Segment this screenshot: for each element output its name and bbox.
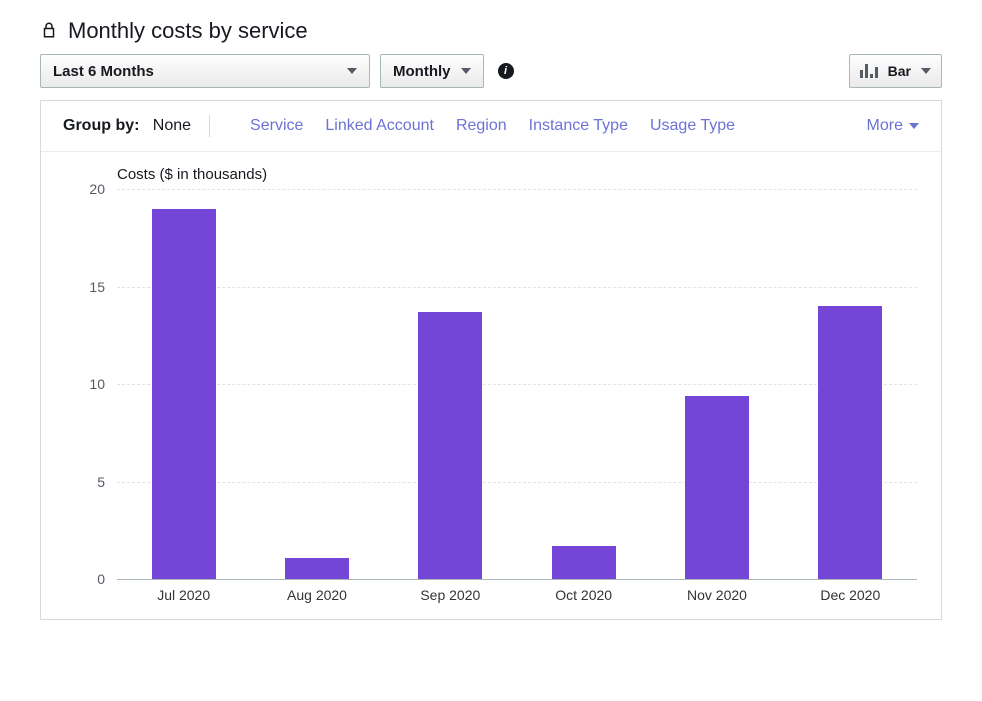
group-by-more[interactable]: More [867, 117, 919, 135]
y-tick: 15 [89, 279, 105, 295]
chart-panel: Group by: None Service Linked Account Re… [40, 100, 942, 620]
lock-icon [40, 20, 58, 43]
chart-plot: 05101520 Jul 2020Aug 2020Sep 2020Oct 202… [65, 189, 917, 609]
group-by-option-linked-account[interactable]: Linked Account [325, 117, 434, 135]
page-title: Monthly costs by service [68, 18, 308, 44]
date-range-value: Last 6 Months [53, 63, 154, 80]
y-tick: 20 [89, 181, 105, 197]
x-tick: Aug 2020 [250, 579, 383, 609]
bar-slot [117, 189, 250, 579]
bar-slot [517, 189, 650, 579]
bar-slot [784, 189, 917, 579]
group-by-option-usage-type[interactable]: Usage Type [650, 117, 735, 135]
group-by-more-label: More [867, 117, 903, 135]
group-by-label: Group by: [63, 117, 139, 134]
group-by-option-instance-type[interactable]: Instance Type [529, 117, 628, 135]
x-tick: Sep 2020 [384, 579, 517, 609]
group-by-option-service[interactable]: Service [250, 117, 303, 135]
date-range-select[interactable]: Last 6 Months [40, 54, 370, 88]
granularity-value: Monthly [393, 63, 451, 80]
group-by-option-region[interactable]: Region [456, 117, 507, 135]
x-axis: Jul 2020Aug 2020Sep 2020Oct 2020Nov 2020… [117, 579, 917, 609]
bar-slot [250, 189, 383, 579]
info-icon[interactable]: i [498, 63, 514, 79]
x-tick: Dec 2020 [784, 579, 917, 609]
controls-row: Last 6 Months Monthly i Bar [40, 54, 942, 88]
chart-type-value: Bar [888, 63, 911, 79]
y-tick: 5 [97, 474, 105, 490]
y-axis: 05101520 [65, 189, 117, 579]
chart-type-select[interactable]: Bar [849, 54, 942, 88]
divider [209, 115, 210, 137]
x-tick: Jul 2020 [117, 579, 250, 609]
bar-slot [384, 189, 517, 579]
bar[interactable] [552, 546, 616, 579]
bar[interactable] [418, 312, 482, 579]
bars-container [117, 189, 917, 579]
chevron-down-icon [347, 68, 357, 74]
chevron-down-icon [921, 68, 931, 74]
bar[interactable] [285, 558, 349, 579]
bar[interactable] [152, 209, 216, 580]
bar-chart-icon [860, 64, 878, 78]
group-by-selected: None [153, 117, 191, 134]
y-tick: 0 [97, 571, 105, 587]
x-tick: Oct 2020 [517, 579, 650, 609]
group-by-bar: Group by: None Service Linked Account Re… [41, 101, 941, 152]
granularity-select[interactable]: Monthly [380, 54, 484, 88]
bar-slot [650, 189, 783, 579]
page-title-row: Monthly costs by service [40, 18, 942, 44]
chart-ylabel: Costs ($ in thousands) [117, 166, 917, 183]
x-tick: Nov 2020 [650, 579, 783, 609]
y-tick: 10 [89, 376, 105, 392]
bar[interactable] [818, 306, 882, 579]
chevron-down-icon [909, 123, 919, 129]
chart-area: Costs ($ in thousands) 0 5 10 15 20 Jul 2020… [41, 152, 941, 619]
bar[interactable] [685, 396, 749, 579]
chevron-down-icon [461, 68, 471, 74]
